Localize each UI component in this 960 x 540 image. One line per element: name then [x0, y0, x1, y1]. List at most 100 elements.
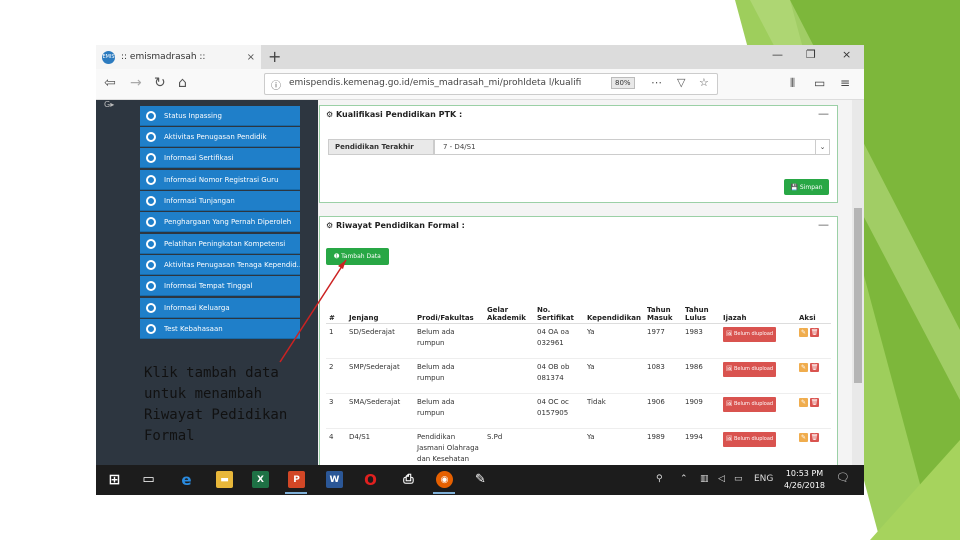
browser-tab[interactable]: EMIS :: emismadrasah :: ×: [96, 45, 261, 69]
active-indicator: [433, 492, 455, 494]
close-window-button[interactable]: ×: [842, 48, 851, 61]
windows-taskbar: ⊞ ▭ e ▬ X P W O ⎙ ◉ ✎ ⚲ ⌃ ▥ ◁ ▭ ENG 10:5…: [96, 465, 864, 495]
forward-arrow-icon[interactable]: →: [130, 75, 142, 91]
panel-kualifikasi: ⚙ Kualifikasi Pendidikan PTK : — Pendidi…: [319, 105, 838, 203]
logout-icon[interactable]: G▸: [104, 100, 114, 109]
panel-riwayat-pendidikan: ⚙ Riwayat Pendidikan Formal : — ➊ Tambah…: [319, 216, 838, 480]
notification-icon[interactable]: 🗨: [836, 471, 850, 484]
edit-icon[interactable]: ✎: [799, 433, 808, 442]
edit-icon[interactable]: ✎: [799, 328, 808, 337]
ijazah-upload-button[interactable]: 🖼 Belum diupload: [723, 362, 777, 377]
printer-icon[interactable]: ⎙: [400, 471, 417, 488]
word-icon[interactable]: W: [326, 471, 343, 488]
cell-aksi: ✎ 🗑: [796, 393, 831, 429]
sidebar-item-tunjangan[interactable]: Informasi Tunjangan: [140, 191, 300, 211]
trash-icon[interactable]: 🗑: [810, 398, 819, 407]
ijazah-upload-button[interactable]: 🖼 Belum diupload: [723, 327, 777, 342]
collapse-icon[interactable]: —: [818, 218, 829, 231]
table-row: 1 SD/Sederajat Belum ada rumpun 04 OA oa…: [326, 323, 831, 359]
page-scrollbar[interactable]: [852, 100, 864, 465]
taskbar-clock[interactable]: 10:53 PM 4/26/2018: [784, 468, 825, 492]
table-header-row: # Jenjang Prodi/Fakultas Gelar Akademik …: [326, 291, 831, 324]
home-icon[interactable]: ⌂: [178, 75, 187, 91]
cell-gelar: S.Pd: [484, 428, 534, 468]
app-icon[interactable]: ✎: [472, 471, 489, 488]
ijazah-upload-button[interactable]: 🖼 Belum diupload: [723, 432, 777, 447]
library-icon[interactable]: ⫴: [790, 76, 795, 91]
active-indicator: [285, 492, 307, 494]
sidebar-item-nomor-registrasi[interactable]: Informasi Nomor Registrasi Guru: [140, 170, 300, 190]
collapse-icon[interactable]: —: [818, 107, 829, 120]
cell-masuk: 1083: [644, 358, 682, 394]
circle-icon: [146, 216, 156, 227]
task-view-icon[interactable]: ▭: [140, 471, 157, 488]
url-text: emispendis.kemenag.go.id/emis_madrasah_m…: [289, 78, 582, 88]
cell-jenjang: SMP/Sederajat: [346, 358, 414, 394]
battery-icon[interactable]: ▭: [734, 474, 743, 484]
opera-icon[interactable]: O: [362, 471, 379, 489]
back-arrow-icon[interactable]: ⇦: [104, 75, 116, 91]
trash-icon[interactable]: 🗑: [810, 328, 819, 337]
volume-icon[interactable]: ◁: [718, 474, 725, 484]
col-header: Prodi/Fakultas: [414, 291, 484, 324]
more-icon[interactable]: ⋯: [651, 76, 662, 89]
cell-sertifikat: 04 OB ob 081374: [534, 358, 584, 394]
col-header: #: [326, 291, 346, 324]
sidebar-item-status-inpassing[interactable]: Status Inpassing: [140, 106, 300, 126]
panel-title: ⚙ Riwayat Pendidikan Formal :: [326, 221, 465, 230]
zoom-badge[interactable]: 80%: [611, 77, 635, 89]
col-header: Kependidikan: [584, 291, 644, 324]
tab-title: :: emismadrasah ::: [121, 52, 206, 62]
sidebar-item-penghargaan[interactable]: Penghargaan Yang Pernah Diperoleh: [140, 212, 300, 232]
cell-prodi: Belum ada rumpun: [414, 358, 484, 394]
new-tab-button[interactable]: +: [268, 47, 281, 66]
menu-hamburger-icon[interactable]: ≡: [840, 76, 850, 90]
tambah-data-button[interactable]: ➊ Tambah Data: [326, 248, 389, 265]
powerpoint-icon[interactable]: P: [288, 471, 305, 488]
sidebar-item-aktivitas-penugasan-pendidik[interactable]: Aktivitas Penugasan Pendidik: [140, 127, 300, 147]
trash-icon[interactable]: 🗑: [810, 363, 819, 372]
scrollbar-thumb[interactable]: [854, 208, 862, 383]
people-icon[interactable]: ⚲: [656, 474, 663, 484]
sidebar-toggle-icon[interactable]: ▭: [814, 76, 825, 90]
sidebar-item-keluarga[interactable]: Informasi Keluarga: [140, 298, 300, 318]
simpan-button[interactable]: 💾 Simpan: [784, 179, 829, 195]
circle-icon: [146, 302, 156, 313]
language-indicator[interactable]: ENG: [754, 474, 773, 484]
reload-icon[interactable]: ↻: [154, 75, 166, 91]
ijazah-upload-button[interactable]: 🖼 Belum diupload: [723, 397, 777, 412]
bookmark-star-icon[interactable]: ☆: [699, 76, 709, 89]
edge-icon[interactable]: e: [178, 471, 195, 489]
maximize-button[interactable]: ❐: [806, 48, 816, 61]
sidebar-item-informasi-sertifikasi[interactable]: Informasi Sertifikasi: [140, 148, 300, 168]
site-info-icon[interactable]: ⓘ: [271, 77, 281, 92]
cell-kependidikan: Ya: [584, 428, 644, 468]
sidebar-item-tenaga-kependidikan[interactable]: Aktivitas Penugasan Tenaga Kependid...: [140, 255, 300, 275]
chevron-down-icon[interactable]: ⌄: [815, 140, 829, 154]
pocket-icon[interactable]: ▽: [677, 76, 685, 89]
windows-start-icon[interactable]: ⊞: [106, 471, 123, 488]
network-icon[interactable]: ▥: [700, 474, 709, 484]
cell-ijazah: 🖼 Belum diupload: [720, 358, 796, 394]
minimize-button[interactable]: —: [772, 48, 783, 61]
tab-close-icon[interactable]: ×: [247, 52, 255, 63]
col-header: Aksi: [796, 291, 831, 324]
cell-prodi: Belum ada rumpun: [414, 323, 484, 359]
edit-icon[interactable]: ✎: [799, 398, 808, 407]
pendidikan-terakhir-select[interactable]: 7 - D4/S1 ⌄: [434, 139, 830, 155]
address-bar[interactable]: ⓘ emispendis.kemenag.go.id/emis_madrasah…: [264, 73, 718, 95]
circle-icon: [146, 174, 156, 185]
file-explorer-icon[interactable]: ▬: [216, 471, 233, 488]
edit-icon[interactable]: ✎: [799, 363, 808, 372]
field-label: Pendidikan Terakhir: [328, 139, 434, 155]
sidebar-item-pelatihan[interactable]: Pelatihan Peningkatan Kompetensi: [140, 234, 300, 254]
col-header: Tahun Masuk: [644, 291, 682, 324]
cell-ijazah: 🖼 Belum diupload: [720, 393, 796, 429]
firefox-icon[interactable]: ◉: [436, 471, 453, 488]
excel-icon[interactable]: X: [252, 471, 269, 488]
sidebar-item-tempat-tinggal[interactable]: Informasi Tempat Tinggal: [140, 276, 300, 296]
cell-no: 4: [326, 428, 346, 468]
chevron-up-icon[interactable]: ⌃: [680, 474, 688, 484]
sidebar-item-test-kebahasaan[interactable]: Test Kebahasaan: [140, 319, 300, 339]
trash-icon[interactable]: 🗑: [810, 433, 819, 442]
